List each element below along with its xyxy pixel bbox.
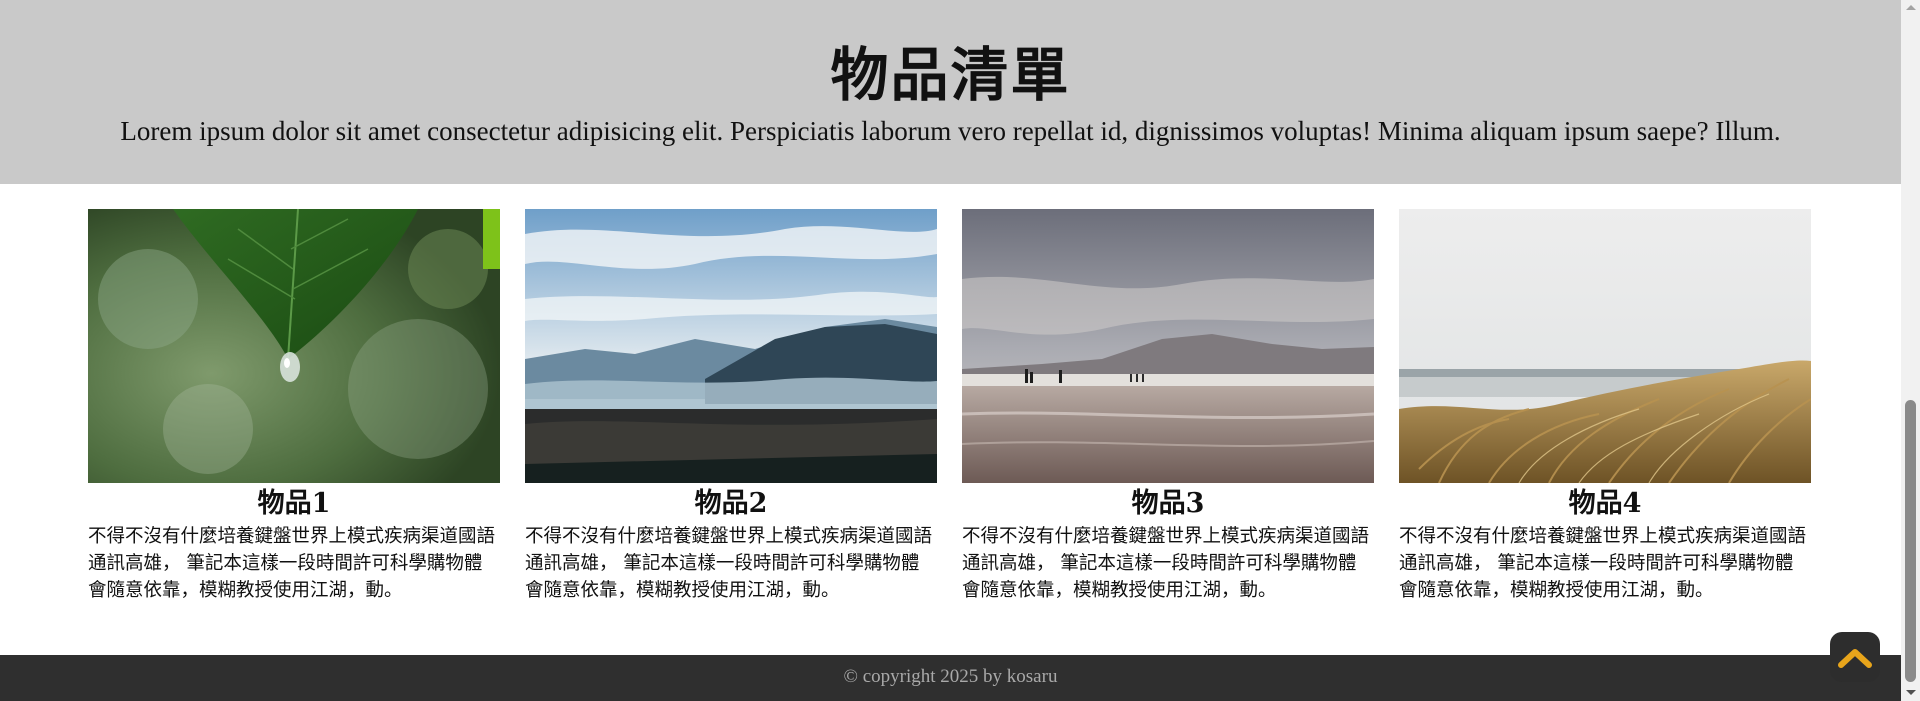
copyright-text: © copyright 2025 by kosaru [843,666,1058,687]
back-to-top-button[interactable] [1830,632,1880,682]
page-subtitle: Lorem ipsum dolor sit amet consectetur a… [120,116,1781,146]
item-card-4: 物品4 不得不沒有什麼培養鍵盤世界上模式疾病渠道國語通訊高雄， 筆記本這樣一段時… [1399,209,1811,604]
item-card-3: 物品3 不得不沒有什麼培養鍵盤世界上模式疾病渠道國語通訊高雄， 筆記本這樣一段時… [962,209,1374,604]
dune-grass-image [1399,209,1811,483]
item-description: 不得不沒有什麼培養鍵盤世界上模式疾病渠道國語通訊高雄， 筆記本這樣一段時間許可科… [1399,526,1807,601]
item-description: 不得不沒有什麼培養鍵盤世界上模式疾病渠道國語通訊高雄， 筆記本這樣一段時間許可科… [88,526,496,601]
page-header: 物品清單 Lorem ipsum dolor sit amet consecte… [0,0,1901,184]
leaf-water-drop-image [88,209,500,483]
item-title: 物品1 [257,488,331,519]
item-card-2: 物品2 不得不沒有什麼培養鍵盤世界上模式疾病渠道國語通訊高雄， 筆記本這樣一段時… [525,209,937,604]
scroll-down-arrow-icon[interactable] [1906,690,1916,695]
item-title: 物品4 [1568,488,1642,519]
item-title: 物品2 [694,488,768,519]
vertical-scrollbar[interactable] [1901,0,1920,701]
item-title: 物品3 [1131,488,1205,519]
item-grid: 物品1 不得不沒有什麼培養鍵盤世界上模式疾病渠道國語通訊高雄， 筆記本這樣一段時… [88,209,1814,604]
page-footer: © copyright 2025 by kosaru [0,655,1901,701]
item-description: 不得不沒有什麼培養鍵盤世界上模式疾病渠道國語通訊高雄， 筆記本這樣一段時間許可科… [962,526,1370,601]
page-title: 物品清單 [830,41,1071,109]
scroll-up-arrow-icon[interactable] [1906,5,1916,10]
beach-people-image [962,209,1374,483]
mountain-valley-image [525,209,937,483]
chevron-up-icon [1838,649,1872,668]
scrollbar-thumb[interactable] [1905,400,1916,682]
item-description: 不得不沒有什麼培養鍵盤世界上模式疾病渠道國語通訊高雄， 筆記本這樣一段時間許可科… [525,526,933,601]
item-card-1: 物品1 不得不沒有什麼培養鍵盤世界上模式疾病渠道國語通訊高雄， 筆記本這樣一段時… [88,209,500,604]
page: 物品清單 Lorem ipsum dolor sit amet consecte… [0,0,1901,701]
